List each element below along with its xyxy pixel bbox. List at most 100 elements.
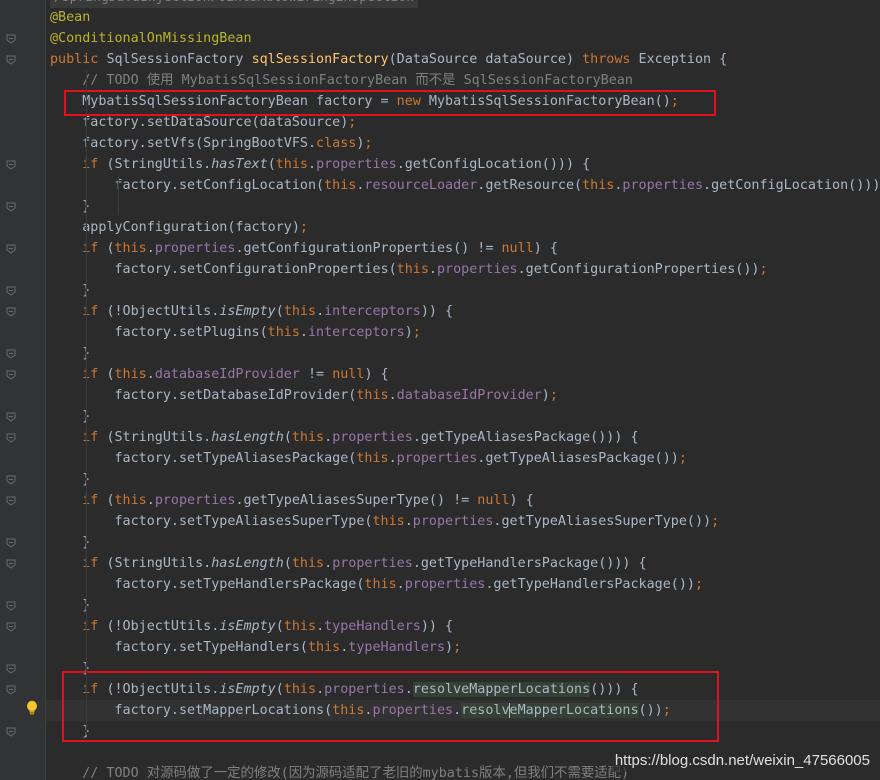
code-token: ( xyxy=(283,556,292,571)
code-token: typeHandlers xyxy=(324,619,421,634)
code-token: this xyxy=(372,514,405,529)
code-line[interactable]: @Bean xyxy=(50,7,90,28)
editor-gutter[interactable] xyxy=(0,0,46,780)
code-token: factory.setConfigurationProperties( xyxy=(50,262,397,277)
code-token: ; xyxy=(364,136,373,151)
code-editor[interactable]: /SpringJavaInjectionPointsAutowiringInsp… xyxy=(0,0,880,780)
code-token: .getTypeAliasesSuperType() != xyxy=(235,493,478,508)
code-token: .getTypeAliasesPackage())) { xyxy=(412,430,639,445)
code-token: (DataSource dataSource) xyxy=(388,52,583,67)
fold-icon[interactable] xyxy=(6,664,16,674)
code-token: public xyxy=(50,52,107,67)
fold-icon[interactable] xyxy=(6,202,16,212)
code-token: . xyxy=(404,514,413,529)
fold-icon[interactable] xyxy=(6,559,16,569)
code-line[interactable]: if (this.databaseIdProvider != null) { xyxy=(50,364,389,385)
code-line[interactable]: if (StringUtils.hasLength(this.propertie… xyxy=(50,427,639,448)
code-line[interactable]: factory.setDatabaseIdProvider(this.datab… xyxy=(50,385,557,406)
fold-icon[interactable] xyxy=(6,433,16,443)
code-token: properties xyxy=(396,451,478,466)
code-line[interactable]: if (!ObjectUtils.isEmpty(this.intercepto… xyxy=(50,301,453,322)
code-token: this xyxy=(291,430,325,445)
code-token: } xyxy=(50,409,91,424)
code-token: . xyxy=(324,430,333,445)
code-line[interactable]: if (StringUtils.hasText(this.properties.… xyxy=(50,154,590,175)
fold-icon[interactable] xyxy=(6,349,16,359)
code-token: properties xyxy=(316,157,397,172)
code-line[interactable]: applyConfiguration(factory); xyxy=(50,217,308,238)
code-token: .getConfigurationProperties()) xyxy=(517,262,760,277)
fold-icon[interactable] xyxy=(6,307,16,317)
code-token: .getConfigLocation())) { xyxy=(396,157,591,172)
code-token: this xyxy=(283,619,317,634)
code-line[interactable]: factory.setPlugins(this.interceptors); xyxy=(50,322,420,343)
fold-icon[interactable] xyxy=(6,622,16,632)
fold-icon[interactable] xyxy=(6,244,16,254)
code-token: ( xyxy=(283,430,292,445)
code-line[interactable]: factory.setTypeHandlersPackage(this.prop… xyxy=(50,574,703,595)
code-line[interactable]: // TODO 使用 MybatisSqlSessionFactoryBean … xyxy=(50,70,633,91)
code-token: @ConditionalOnMissingBean xyxy=(50,31,252,46)
gutter-divider xyxy=(45,0,46,780)
code-line[interactable]: if (!ObjectUtils.isEmpty(this.typeHandle… xyxy=(50,616,453,637)
code-line[interactable]: // TODO 对源码做了一定的修改(因为源码适配了老旧的mybatis版本,但… xyxy=(50,763,629,780)
code-token: isEmpty xyxy=(219,304,276,319)
code-line[interactable]: if (this.properties.getConfigurationProp… xyxy=(50,238,558,259)
code-token: // TODO 对源码做了一定的修改(因为源码适配了老旧的mybatis版本,但… xyxy=(50,766,630,780)
code-token: ) xyxy=(404,325,413,340)
fold-icon[interactable] xyxy=(6,601,16,611)
code-line[interactable]: } xyxy=(50,469,90,490)
code-line[interactable]: factory.setTypeAliasesPackage(this.prope… xyxy=(50,448,686,469)
code-token: .getConfigurationProperties() != xyxy=(235,241,502,256)
fold-icon[interactable] xyxy=(6,370,16,380)
code-line[interactable]: } xyxy=(50,196,90,217)
code-line[interactable]: factory.setTypeAliasesSuperType(this.pro… xyxy=(50,511,719,532)
fold-icon[interactable] xyxy=(6,160,16,170)
lightbulb-icon[interactable] xyxy=(25,700,39,716)
fold-icon[interactable] xyxy=(6,34,16,44)
code-token: ( xyxy=(275,619,284,634)
code-token: // TODO 使用 MybatisSqlSessionFactoryBean … xyxy=(50,73,633,88)
code-line[interactable]: } xyxy=(50,595,90,616)
code-token: .getResource( xyxy=(477,178,583,193)
code-token: SqlSessionFactory xyxy=(106,52,252,67)
code-line[interactable]: } xyxy=(50,280,90,301)
fold-icon[interactable] xyxy=(6,286,16,296)
code-token: factory.setDatabaseIdProvider( xyxy=(50,388,357,403)
code-line[interactable]: } xyxy=(50,406,90,427)
code-token: )) { xyxy=(420,304,454,319)
code-line[interactable]: factory.setVfs(SpringBootVFS.class); xyxy=(50,133,372,154)
code-token: this xyxy=(283,304,317,319)
fold-icon[interactable] xyxy=(6,55,16,65)
code-token: this xyxy=(291,556,325,571)
code-token: this xyxy=(114,367,147,382)
code-token: properties xyxy=(412,514,494,529)
code-token: class xyxy=(316,136,357,151)
code-token: databaseIdProvider xyxy=(154,367,300,382)
code-line[interactable]: factory.setTypeHandlers(this.typeHandler… xyxy=(50,637,461,658)
code-line[interactable]: @ConditionalOnMissingBean xyxy=(50,28,252,49)
fold-icon[interactable] xyxy=(6,496,16,506)
code-token: ) { xyxy=(364,367,389,382)
code-token: ; xyxy=(348,115,357,130)
code-line[interactable]: if (StringUtils.hasLength(this.propertie… xyxy=(50,553,646,574)
fold-icon[interactable] xyxy=(6,727,16,737)
fold-icon[interactable] xyxy=(6,538,16,548)
code-token: properties xyxy=(622,178,704,193)
code-token: factory.setVfs(SpringBootVFS. xyxy=(50,136,317,151)
fold-icon[interactable] xyxy=(6,475,16,485)
code-token: this xyxy=(275,157,308,172)
code-line[interactable]: factory.setConfigLocation(this.resourceL… xyxy=(50,175,880,196)
code-line[interactable]: public SqlSessionFactory sqlSessionFacto… xyxy=(50,49,727,70)
code-line[interactable]: factory.setConfigurationProperties(this.… xyxy=(50,259,767,280)
code-line[interactable]: } xyxy=(50,343,90,364)
fold-icon[interactable] xyxy=(6,685,16,695)
fold-icon[interactable] xyxy=(6,412,16,422)
code-line[interactable]: if (this.properties.getTypeAliasesSuperT… xyxy=(50,490,533,511)
code-token: ; xyxy=(711,514,720,529)
code-token: . xyxy=(146,367,155,382)
code-token: . xyxy=(299,325,308,340)
code-line[interactable]: } xyxy=(50,532,90,553)
